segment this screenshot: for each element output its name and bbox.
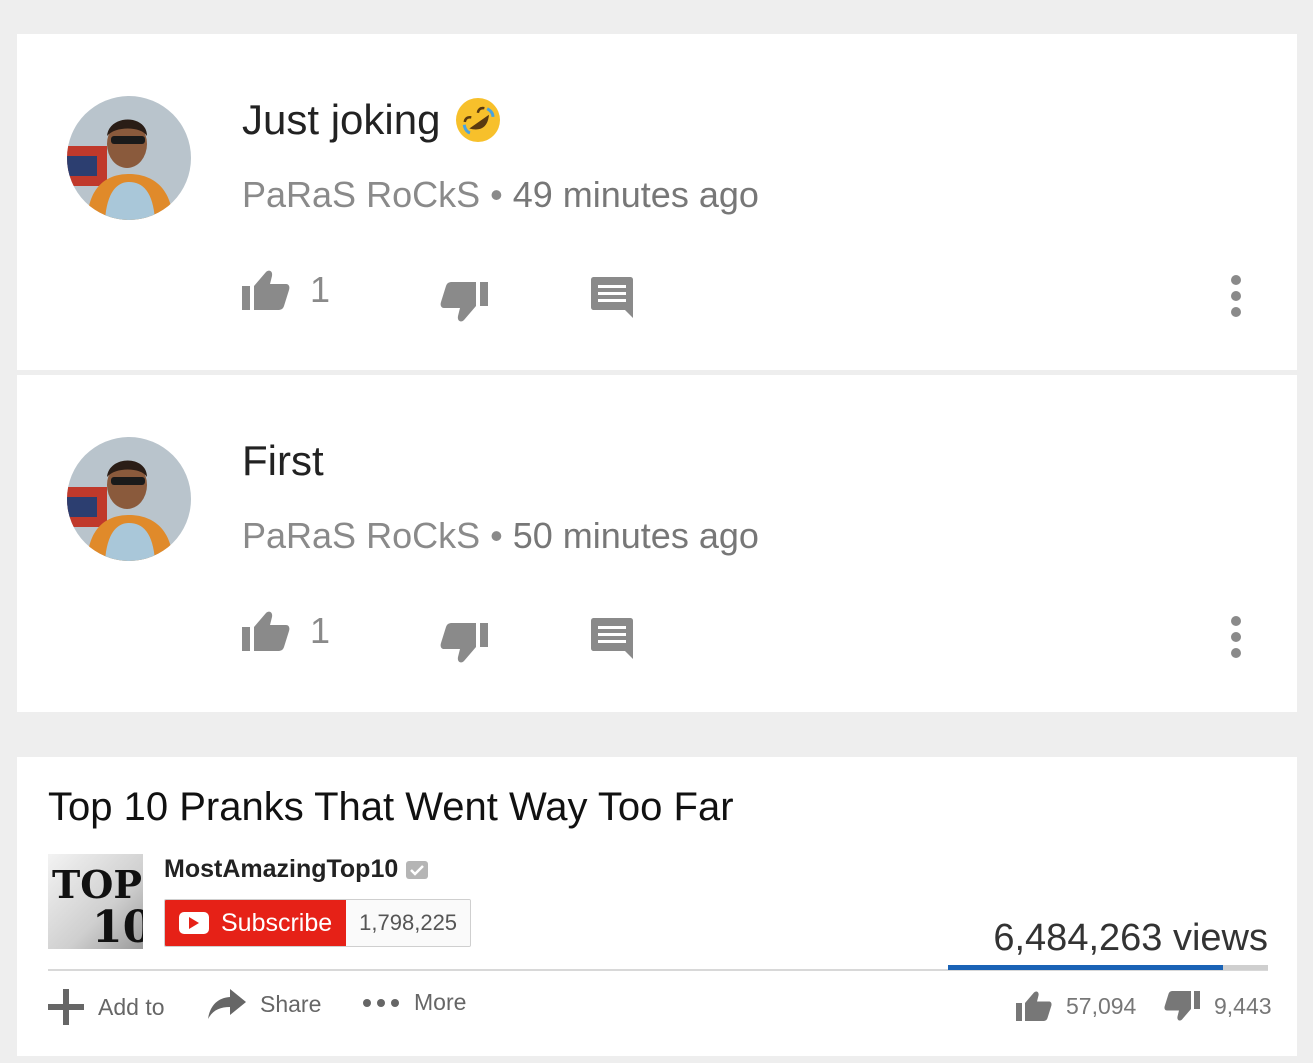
reply-button[interactable] [590, 275, 634, 319]
comment-menu-button[interactable] [1228, 615, 1244, 659]
channel-name[interactable]: MostAmazingTop10 [164, 855, 429, 884]
youtube-play-icon [179, 912, 209, 934]
comment-meta: PaRaS RoCkS • 49 minutes ago [242, 174, 759, 216]
like-button[interactable]: 1 [242, 609, 330, 653]
comment-menu-button[interactable] [1228, 274, 1244, 318]
like-count: 1 [310, 269, 331, 310]
vertical-dots-icon [1231, 275, 1241, 317]
like-dislike-bar [948, 965, 1268, 970]
video-actions: Add to Share More 57,094 9,443 [48, 989, 1272, 1033]
comment-text: Just joking [242, 96, 502, 144]
add-to-button[interactable]: Add to [48, 989, 165, 1025]
verified-check-icon [406, 860, 429, 879]
comment-card: Just joking PaRaS RoCkS•49 minutes ago [17, 34, 1297, 370]
plus-icon [48, 989, 84, 1025]
video-title: Top 10 Pranks That Went Way Too Far [48, 785, 734, 829]
add-to-label: Add to [98, 993, 165, 1020]
like-ratio-fill [948, 965, 1223, 970]
separator-dot: • [490, 174, 503, 215]
comment-time[interactable]: 50 minutes ago [513, 515, 759, 556]
subscriber-count: 1,798,225 [346, 900, 471, 946]
comment-body: Just joking [242, 96, 441, 143]
thumbs-up-icon [242, 270, 290, 310]
comment-author[interactable]: PaRaS RoCkS [242, 515, 480, 556]
avatar[interactable] [67, 437, 191, 561]
like-button[interactable]: 1 [242, 268, 330, 312]
video-info-card: Top 10 Pranks That Went Way Too Far TOP … [17, 757, 1297, 1056]
horizontal-dots-icon [363, 998, 399, 1007]
svg-text:TOP: TOP [52, 862, 142, 907]
comment-card: First PaRaS RoCkS • 50 minutes ago 1 [17, 375, 1297, 712]
thumbs-up-icon [1016, 991, 1052, 1021]
svg-text:10: 10 [92, 902, 143, 949]
comment-icon [591, 277, 633, 318]
share-button[interactable]: Share [208, 989, 321, 1019]
channel-name-text: MostAmazingTop10 [164, 855, 399, 883]
more-label: More [414, 989, 467, 1015]
comment-text: First [242, 437, 324, 485]
reply-button[interactable] [590, 616, 634, 660]
like-count: 1 [310, 610, 331, 651]
share-arrow-icon [208, 989, 246, 1019]
comment-actions: 1 [242, 262, 1282, 332]
vertical-dots-icon [1231, 616, 1241, 658]
comment-meta: PaRaS RoCkS • 50 minutes ago [242, 515, 759, 557]
channel-logo[interactable]: TOP 10 [48, 854, 143, 949]
comment-author[interactable]: PaRaS RoCkS [242, 174, 480, 215]
video-like-button[interactable]: 57,094 [1016, 989, 1136, 1023]
more-button[interactable]: More [362, 989, 466, 1016]
share-label: Share [260, 990, 322, 1017]
video-like-count: 57,094 [1066, 992, 1137, 1019]
dislike-button[interactable] [440, 621, 488, 665]
separator-dot: • [490, 515, 503, 556]
subscribe-widget: Subscribe 1,798,225 [164, 899, 472, 947]
laughing-emoji-icon [454, 96, 502, 144]
comment-time[interactable]: 49 minutes ago [513, 174, 759, 215]
video-dislike-count: 9,443 [1214, 992, 1272, 1019]
thumbs-up-icon [242, 611, 290, 651]
comment-actions: 1 [242, 603, 1282, 673]
comment-body: First [242, 437, 324, 484]
subscribe-label: Subscribe [221, 908, 333, 937]
video-dislike-button[interactable]: 9,443 [1164, 989, 1272, 1023]
comment-icon [591, 618, 633, 659]
subscribe-button[interactable]: Subscribe [165, 900, 347, 946]
view-count: 6,484,263 views [993, 917, 1268, 959]
thumbs-down-icon [440, 623, 488, 663]
thumbs-down-icon [1164, 991, 1200, 1021]
dislike-button[interactable] [440, 280, 488, 324]
thumbs-down-icon [440, 282, 488, 322]
avatar[interactable] [67, 96, 191, 220]
